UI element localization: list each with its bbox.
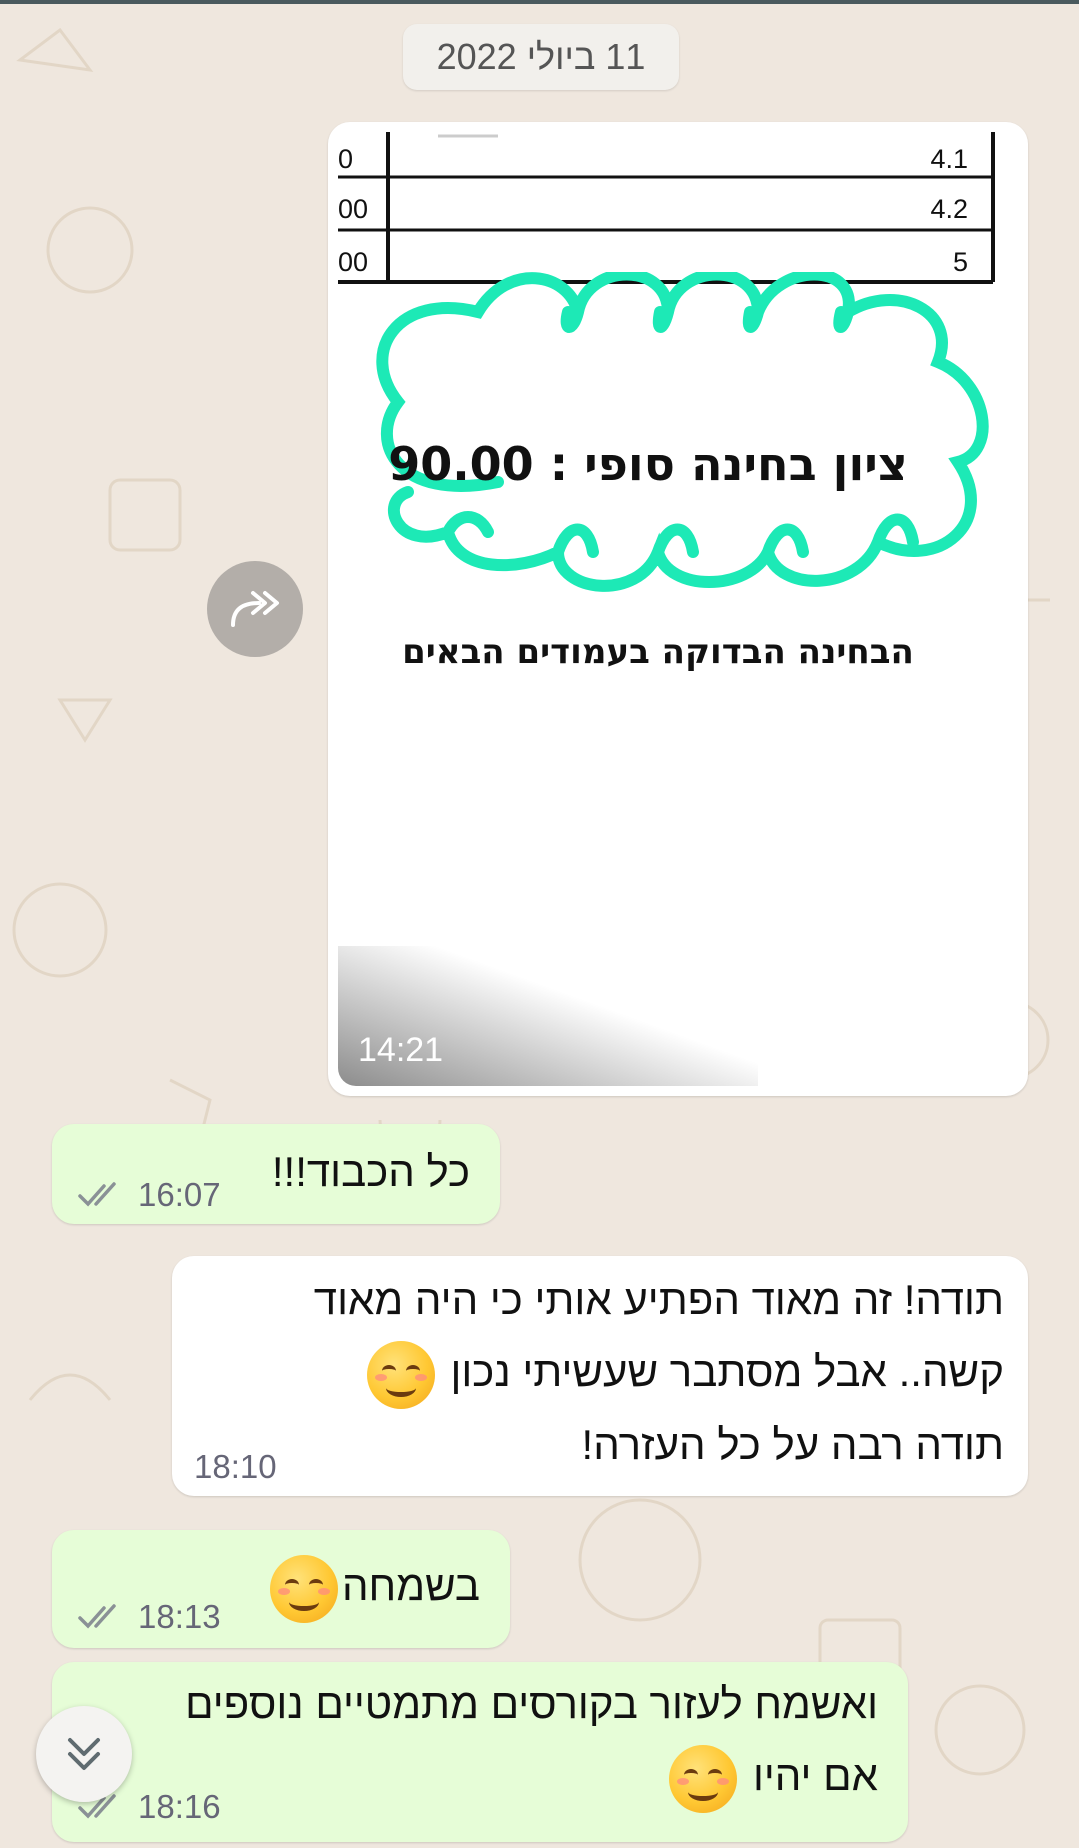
table-cell: 0	[338, 144, 354, 174]
smiling-face-emoji	[366, 1340, 435, 1409]
double-check-icon	[78, 1604, 116, 1629]
message-time: 16:07	[138, 1176, 221, 1213]
message-bubble[interactable]: ואשמח לעזור בקורסים מתמטיים נוספים אם יה…	[52, 1662, 908, 1842]
message-bubble[interactable]: בשמחה 18:13	[52, 1530, 510, 1648]
message-time: 18:16	[138, 1788, 221, 1825]
message-text: בשמחה	[341, 1562, 480, 1609]
date-separator: 11 ביולי 2022	[403, 24, 679, 90]
scroll-to-bottom-button[interactable]	[36, 1706, 132, 1802]
table-cell: 4.1	[930, 144, 968, 174]
message-bubble[interactable]: תודה! זה מאוד הפתיע אותי כי היה מאוד קשה…	[172, 1256, 1028, 1496]
forward-button[interactable]	[207, 561, 303, 657]
grade-sheet-image[interactable]: 0 4.1 00 4.2 00 5 ציון בחינה סופי : 90.0…	[338, 132, 1018, 1086]
message-text-line: תודה! זה מאוד הפתיע אותי כי היה מאוד	[313, 1276, 1004, 1323]
message-bubble[interactable]: כל הכבוד!!! 16:07	[52, 1124, 500, 1224]
message-time: 14:21	[358, 1031, 444, 1069]
final-grade-text: ציון בחינה סופי : 90.00	[388, 437, 908, 491]
message-text: כל הכבוד!!!	[271, 1148, 470, 1195]
table-cell: 4.2	[930, 194, 968, 224]
message-text-line: אם יהיו	[752, 1752, 878, 1799]
message-text-line: קשה.. אבל מסתבר שעשיתי נכון	[450, 1348, 1004, 1395]
image-message[interactable]: 0 4.1 00 4.2 00 5 ציון בחינה סופי : 90.0…	[328, 122, 1028, 1096]
message-time: 18:10	[194, 1448, 277, 1485]
double-chevron-down-icon	[68, 1738, 100, 1770]
message-text-line: ואשמח לעזור בקורסים מתמטיים נוספים	[185, 1680, 878, 1727]
table-cell: 00	[338, 194, 369, 224]
message-text-line: תודה רבה על כל העזרה!	[581, 1420, 1004, 1468]
forward-icon	[231, 591, 279, 627]
message-time: 18:13	[138, 1598, 221, 1635]
exam-note-text: הבחינה הבדוקה בעמודים הבאים	[402, 632, 914, 672]
smiling-face-emoji	[669, 1744, 738, 1813]
double-check-icon	[78, 1182, 116, 1207]
smiling-face-emoji	[269, 1554, 338, 1623]
